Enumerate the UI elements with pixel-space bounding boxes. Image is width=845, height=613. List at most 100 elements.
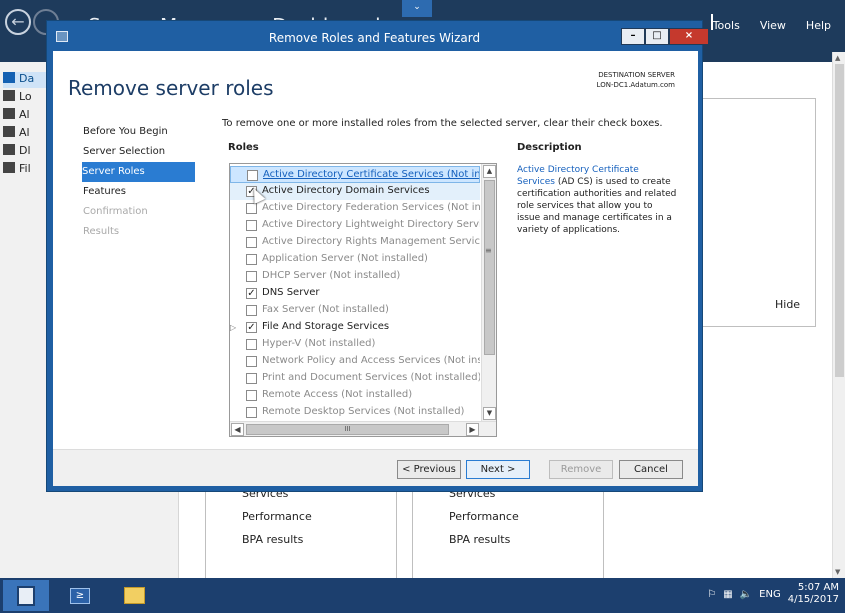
role-checkbox[interactable] [246, 237, 257, 248]
remove-roles-wizard: Remove Roles and Features Wizard – □ × R… [46, 20, 709, 492]
role-label: DHCP Server (Not installed) [262, 270, 401, 281]
role-item[interactable]: Hyper-V (Not installed) [230, 336, 480, 353]
role-label: Remote Desktop Services (Not installed) [262, 406, 465, 417]
card-performance[interactable]: Performance [449, 510, 519, 523]
menu-tools[interactable]: Tools [713, 19, 740, 32]
role-label: Application Server (Not installed) [262, 253, 428, 264]
role-item[interactable]: Application Server (Not installed) [230, 251, 480, 268]
folder-icon [124, 587, 145, 604]
role-checkbox[interactable] [246, 356, 257, 367]
role-checkbox[interactable] [246, 271, 257, 282]
role-item[interactable]: Print and Document Services (Not install… [230, 370, 480, 387]
role-label: Print and Document Services (Not install… [262, 372, 480, 383]
server-manager-menu: Tools View Help [713, 19, 831, 32]
description-heading: Description [517, 142, 582, 153]
scroll-down-icon[interactable]: ▼ [835, 568, 840, 576]
role-item[interactable]: Network Policy and Access Services (Not … [230, 353, 480, 370]
scrollbar-thumb[interactable] [484, 180, 495, 355]
role-label: Fax Server (Not installed) [262, 304, 389, 315]
step-server-roles[interactable]: Server Roles [82, 162, 195, 182]
menu-view[interactable]: View [760, 19, 786, 32]
roles-horizontal-scrollbar[interactable]: ◀ III ▶ [230, 421, 496, 436]
cancel-button[interactable]: Cancel [619, 460, 683, 479]
previous-button[interactable]: < Previous [397, 460, 461, 479]
role-label: Active Directory Domain Services [262, 185, 430, 196]
server-manager-icon [17, 586, 35, 606]
role-label: DNS Server [262, 287, 320, 298]
role-item[interactable]: ▷ ✓ File And Storage Services [230, 319, 480, 336]
scrollbar-thumb[interactable] [835, 64, 844, 377]
close-icon[interactable]: × [669, 28, 709, 45]
role-item[interactable]: ✓ DNS Server [230, 285, 480, 302]
role-item[interactable]: Fax Server (Not installed) [230, 302, 480, 319]
minimize-icon[interactable]: – [621, 28, 645, 45]
step-confirmation: Confirmation [83, 206, 148, 217]
role-label: Remote Access (Not installed) [262, 389, 413, 400]
network-icon[interactable]: ▦ [723, 589, 732, 600]
destination-server-name: LON-DC1.Adatum.com [596, 81, 675, 89]
taskbar-file-explorer[interactable] [111, 580, 157, 611]
expand-arrow-icon[interactable]: ▷ [230, 320, 238, 336]
menu-help[interactable]: Help [806, 19, 831, 32]
scroll-up-icon[interactable]: ▲ [483, 165, 496, 178]
role-label: Network Policy and Access Services (Not … [262, 355, 480, 366]
back-arrow-icon[interactable]: ← [5, 9, 31, 35]
powershell-icon: ≥ [70, 588, 90, 604]
scroll-down-icon[interactable]: ▼ [483, 407, 496, 420]
roles-vertical-scrollbar[interactable]: ▲ ≡ ▼ [481, 164, 496, 421]
language-indicator[interactable]: ENG [759, 589, 781, 600]
scrollbar-grip-icon: ≡ [485, 246, 492, 255]
role-item[interactable]: DHCP Server (Not installed) [230, 268, 480, 285]
role-item[interactable]: Remote Access (Not installed) [230, 387, 480, 404]
next-button[interactable]: Next > [466, 460, 530, 479]
role-checkbox[interactable] [246, 254, 257, 265]
server-card: Services Performance BPA results [205, 487, 397, 578]
server-manager-scrollbar[interactable]: ▲ ▼ [832, 52, 845, 578]
wizard-title: Remove Roles and Features Wizard [268, 31, 481, 45]
flag-icon[interactable]: ⚐ [707, 589, 716, 600]
role-checkbox[interactable] [246, 339, 257, 350]
role-item[interactable]: Remote Desktop Services (Not installed) [230, 404, 480, 421]
taskbar-server-manager[interactable] [3, 580, 49, 611]
role-label: Active Directory Lightweight Directory S… [262, 219, 480, 230]
role-label: File And Storage Services [262, 321, 390, 332]
step-before-you-begin[interactable]: Before You Begin [83, 122, 198, 142]
wizard-titlebar[interactable]: Remove Roles and Features Wizard – □ × [47, 21, 709, 51]
roles-list: Active Directory Certificate Services (N… [229, 163, 497, 437]
role-label: Active Directory Rights Management Servi… [262, 236, 480, 247]
role-item[interactable]: Active Directory Federation Services (No… [230, 200, 480, 217]
role-item[interactable]: ✓ Active Directory Domain Services [230, 183, 480, 200]
remove-button: Remove [549, 460, 613, 479]
card-performance[interactable]: Performance [242, 510, 312, 523]
role-label: Active Directory Federation Services (No… [262, 202, 480, 213]
role-item[interactable]: Active Directory Rights Management Servi… [230, 234, 480, 251]
role-checkbox[interactable] [246, 305, 257, 316]
role-checkbox[interactable]: ✓ [246, 322, 257, 333]
wizard-steps: Before You Begin Server Selection Server… [82, 122, 198, 242]
role-checkbox[interactable]: ✓ [246, 288, 257, 299]
role-checkbox[interactable] [246, 220, 257, 231]
role-item[interactable]: Active Directory Lightweight Directory S… [230, 217, 480, 234]
role-item[interactable]: Active Directory Certificate Services (N… [230, 166, 480, 183]
card-bpa-results[interactable]: BPA results [449, 533, 510, 546]
step-server-selection[interactable]: Server Selection [83, 142, 198, 162]
window-controls: – □ × [621, 28, 709, 45]
chevron-down-icon[interactable]: ⌄ [402, 0, 432, 17]
taskbar-powershell[interactable]: ≥ [57, 580, 103, 611]
scrollbar-thumb[interactable]: III [246, 424, 449, 435]
maximize-icon[interactable]: □ [645, 28, 669, 45]
hide-link[interactable]: Hide [775, 298, 800, 311]
role-checkbox[interactable] [246, 373, 257, 384]
card-bpa-results[interactable]: BPA results [242, 533, 303, 546]
clock[interactable]: 5:07 AM 4/15/2017 [788, 582, 839, 606]
role-label: Active Directory Certificate Services (N… [263, 169, 480, 180]
role-checkbox[interactable] [246, 203, 257, 214]
scroll-up-icon[interactable]: ▲ [835, 54, 840, 62]
scroll-left-icon[interactable]: ◀ [231, 423, 244, 436]
scroll-right-icon[interactable]: ▶ [466, 423, 479, 436]
volume-icon[interactable]: 🔈 [740, 589, 752, 600]
role-checkbox[interactable] [246, 407, 257, 418]
role-checkbox[interactable] [246, 390, 257, 401]
step-features[interactable]: Features [83, 182, 198, 202]
role-checkbox[interactable] [247, 170, 258, 181]
